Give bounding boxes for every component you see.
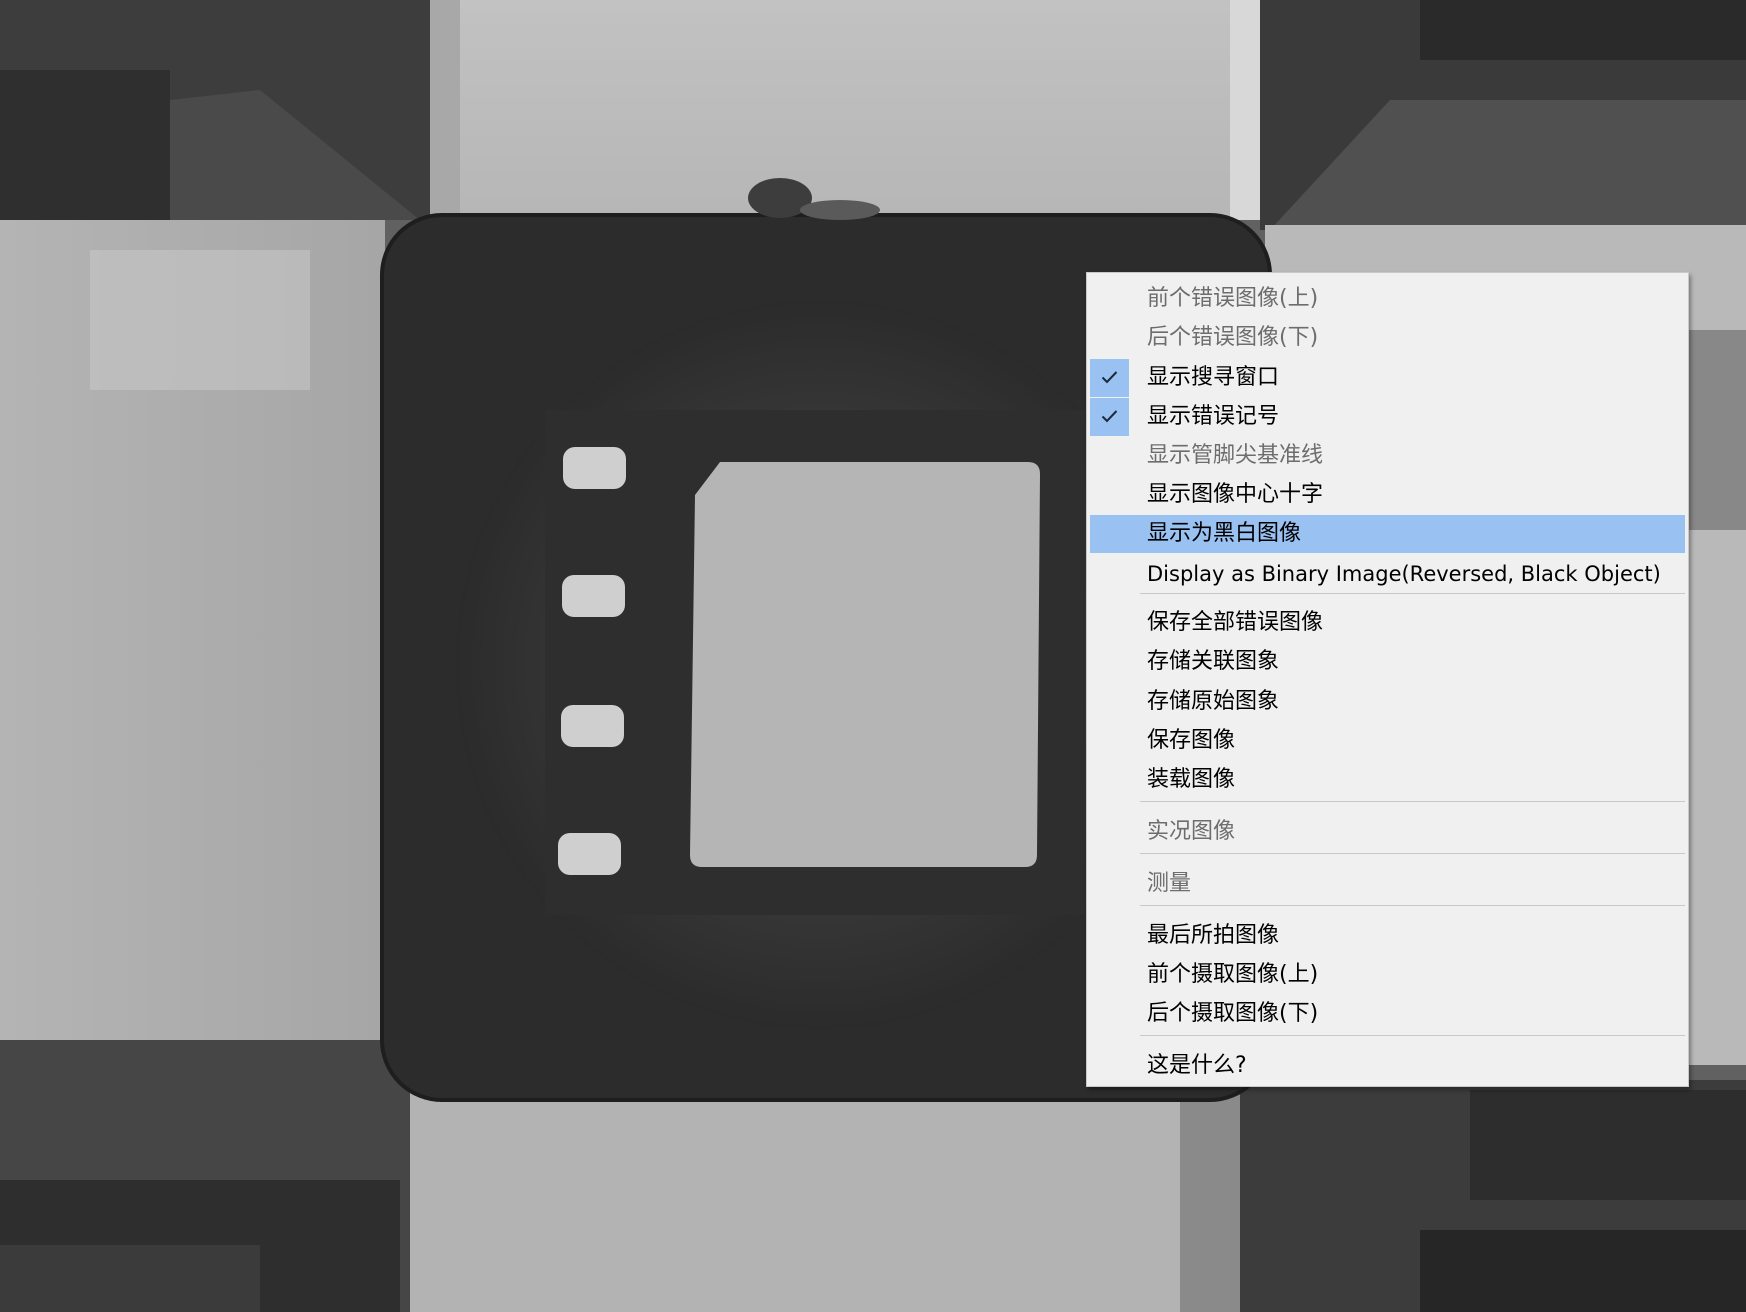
menu-item-show-pin-tip-baseline[interactable]: 显示管脚尖基准线 bbox=[1090, 437, 1685, 475]
menu-item-label: 存储原始图象 bbox=[1147, 689, 1280, 714]
menu-item-store-associated-image[interactable]: 存储关联图象 bbox=[1090, 643, 1685, 681]
menu-separator bbox=[1140, 1035, 1685, 1036]
menu-separator bbox=[1140, 801, 1685, 802]
menu-separator bbox=[1140, 905, 1685, 906]
menu-item-display-binary-reversed[interactable]: Display as Binary Image(Reversed, Black … bbox=[1090, 555, 1685, 593]
menu-item-show-search-window[interactable]: 显示搜寻窗口 bbox=[1090, 359, 1685, 397]
menu-item-label: 前个错误图像(上) bbox=[1147, 286, 1319, 311]
menu-item-label: 后个错误图像(下) bbox=[1147, 325, 1319, 350]
menu-item-whats-this[interactable]: 这是什么? bbox=[1090, 1047, 1685, 1085]
menu-item-label: 后个摄取图像(下) bbox=[1147, 1001, 1319, 1026]
check-icon bbox=[1090, 398, 1129, 436]
menu-item-prev-captured-image[interactable]: 前个摄取图像(上) bbox=[1090, 956, 1685, 994]
menu-item-label: 显示管脚尖基准线 bbox=[1147, 443, 1324, 468]
menu-item-label: 显示为黑白图像 bbox=[1147, 521, 1302, 546]
menu-item-label: 显示图像中心十字 bbox=[1147, 482, 1324, 507]
menu-item-last-captured-image[interactable]: 最后所拍图像 bbox=[1090, 917, 1685, 955]
menu-item-label: 保存图像 bbox=[1147, 728, 1236, 753]
menu-item-label: 显示搜寻窗口 bbox=[1147, 365, 1280, 390]
menu-item-label: 实况图像 bbox=[1147, 819, 1236, 844]
menu-item-label: 存储关联图象 bbox=[1147, 649, 1280, 674]
menu-item-label: 测量 bbox=[1147, 871, 1192, 896]
context-menu: 前个错误图像(上) 后个错误图像(下) 显示搜寻窗口 显示错误记号显示管脚尖基准线 显示… bbox=[1086, 272, 1689, 1087]
menu-item-label: 保存全部错误图像 bbox=[1147, 610, 1324, 635]
menu-item-measure[interactable]: 测量 bbox=[1090, 865, 1685, 903]
menu-item-show-image-center-cross[interactable]: 显示图像中心十字 bbox=[1090, 476, 1685, 514]
camera-view[interactable]: 前个错误图像(上) 后个错误图像(下) 显示搜寻窗口 显示错误记号显示管脚尖基准线 显示… bbox=[0, 0, 1746, 1312]
menu-item-next-error-image[interactable]: 后个错误图像(下) bbox=[1090, 319, 1685, 357]
menu-item-save-all-error-images[interactable]: 保存全部错误图像 bbox=[1090, 604, 1685, 642]
menu-item-label: Display as Binary Image(Reversed, Black … bbox=[1147, 562, 1661, 586]
menu-item-show-as-bw-image[interactable]: 显示为黑白图像 bbox=[1090, 515, 1685, 553]
menu-item-show-error-marks[interactable]: 显示错误记号 bbox=[1090, 398, 1685, 436]
menu-item-label: 前个摄取图像(上) bbox=[1147, 962, 1319, 987]
check-icon bbox=[1090, 359, 1129, 397]
menu-item-label: 最后所拍图像 bbox=[1147, 923, 1280, 948]
menu-item-label: 装载图像 bbox=[1147, 767, 1236, 792]
menu-separator bbox=[1140, 593, 1685, 594]
menu-item-load-image[interactable]: 装载图像 bbox=[1090, 761, 1685, 799]
menu-item-prev-error-image[interactable]: 前个错误图像(上) bbox=[1090, 280, 1685, 318]
menu-item-save-image[interactable]: 保存图像 bbox=[1090, 722, 1685, 760]
menu-item-store-original-image[interactable]: 存储原始图象 bbox=[1090, 683, 1685, 721]
menu-item-live-image[interactable]: 实况图像 bbox=[1090, 813, 1685, 851]
menu-item-label: 显示错误记号 bbox=[1147, 404, 1280, 429]
menu-separator bbox=[1140, 853, 1685, 854]
menu-item-label: 这是什么? bbox=[1147, 1053, 1247, 1078]
menu-item-next-captured-image[interactable]: 后个摄取图像(下) bbox=[1090, 995, 1685, 1033]
